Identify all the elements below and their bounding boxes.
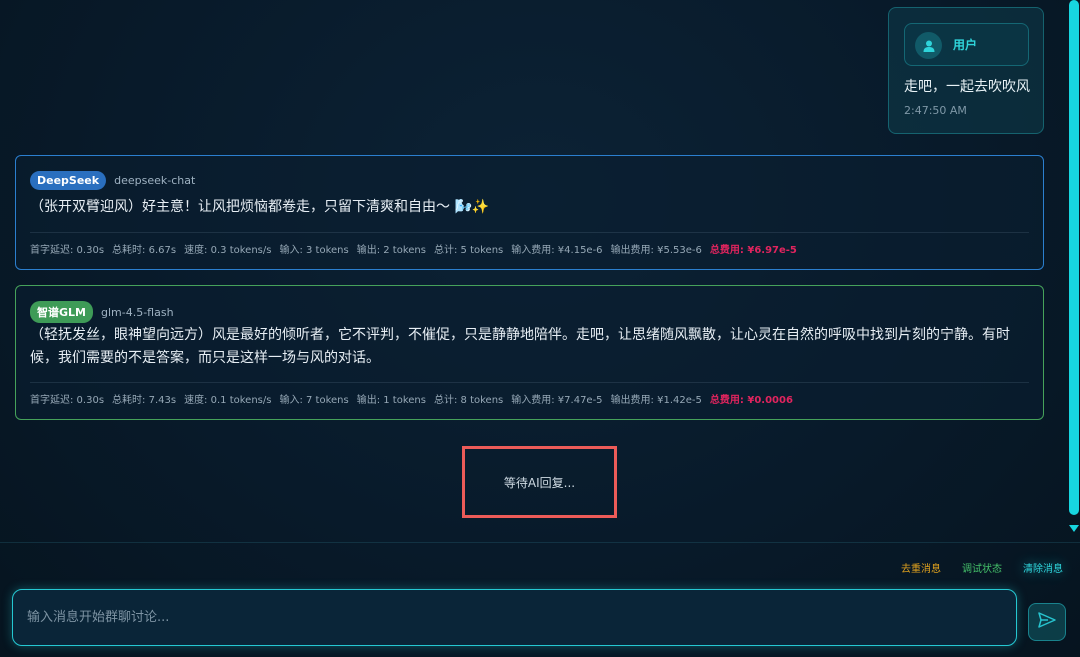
stat-total-time: 总耗时: 7.43s	[112, 395, 177, 406]
provider-badge: 智谱GLM	[30, 301, 93, 323]
stat-input: 输入: 3 tokens	[279, 245, 349, 256]
stat-output-cost: 输出费用: ¥5.53e-6	[610, 245, 702, 256]
scroll-down-icon[interactable]	[1069, 525, 1079, 532]
model-name: deepseek-chat	[114, 174, 196, 187]
ai-message-header: 智谱GLM glm-4.5-flash	[30, 301, 174, 323]
stat-ttft: 首字延迟: 0.30s	[30, 245, 105, 256]
stat-speed: 速度: 0.3 tokens/s	[184, 245, 272, 256]
stat-ttft: 首字延迟: 0.30s	[30, 395, 105, 406]
stat-output: 输出: 2 tokens	[356, 245, 426, 256]
divider	[30, 232, 1029, 233]
user-name: 用户	[953, 38, 978, 52]
scrollbar-thumb[interactable]	[1069, 0, 1079, 515]
divider	[30, 382, 1029, 383]
ai-message-deepseek: DeepSeek deepseek-chat （张开双臂迎风）好主意！让风把烦恼…	[15, 155, 1044, 270]
stat-total-cost: 总费用: ¥6.97e-5	[709, 245, 797, 256]
waiting-indicator: 等待AI回复...	[462, 446, 617, 518]
stats-row: 首字延迟: 0.30s 总耗时: 6.67s 速度: 0.3 tokens/s …	[30, 241, 797, 256]
clear-messages-button[interactable]: 清除消息	[1023, 560, 1063, 575]
user-message-time: 2:47:50 AM	[904, 104, 967, 117]
user-icon	[915, 32, 942, 59]
action-bar: 去重消息 调试状态 清除消息	[901, 560, 1063, 575]
send-icon	[1038, 612, 1056, 632]
dedupe-button[interactable]: 去重消息	[901, 560, 941, 575]
user-message: 用户 走吧，一起去吹吹风 2:47:50 AM	[888, 7, 1044, 134]
scrollbar[interactable]	[1067, 0, 1080, 542]
stat-speed: 速度: 0.1 tokens/s	[184, 395, 272, 406]
stat-total-cost: 总费用: ¥0.0006	[709, 395, 793, 406]
divider	[0, 542, 1080, 543]
chat-area[interactable]: 用户 走吧，一起去吹吹风 2:47:50 AM DeepSeek deepsee…	[0, 0, 1064, 542]
message-input[interactable]	[27, 590, 997, 645]
message-input-box[interactable]	[12, 589, 1017, 646]
ai-message-text: （张开双臂迎风）好主意！让风把烦恼都卷走，只留下清爽和自由～ 🌬️✨	[30, 199, 490, 215]
stat-total-tokens: 总计: 8 tokens	[433, 395, 504, 406]
waiting-text: 等待AI回复...	[503, 475, 576, 490]
ai-message-header: DeepSeek deepseek-chat	[30, 171, 195, 190]
ai-message-glm: 智谱GLM glm-4.5-flash （轻抚发丝，眼神望向远方）风是最好的倾听…	[15, 285, 1044, 420]
model-name: glm-4.5-flash	[100, 305, 174, 319]
stat-output: 输出: 1 tokens	[356, 395, 426, 406]
stat-output-cost: 输出费用: ¥1.42e-5	[610, 395, 702, 406]
stat-input-cost: 输入费用: ¥7.47e-5	[511, 395, 603, 406]
send-button[interactable]	[1028, 603, 1066, 641]
stat-total-tokens: 总计: 5 tokens	[433, 245, 504, 256]
stat-total-time: 总耗时: 6.67s	[112, 245, 177, 256]
provider-badge: DeepSeek	[30, 171, 107, 190]
stats-row: 首字延迟: 0.30s 总耗时: 7.43s 速度: 0.1 tokens/s …	[30, 391, 793, 406]
ai-message-text: （轻抚发丝，眼神望向远方）风是最好的倾听者，它不评判，不催促，只是静静地陪伴。走…	[30, 327, 1010, 366]
stat-input-cost: 输入费用: ¥4.15e-6	[511, 245, 603, 256]
debug-status-button[interactable]: 调试状态	[962, 560, 1002, 575]
user-message-text: 走吧，一起去吹吹风	[904, 79, 1030, 95]
stat-input: 输入: 7 tokens	[279, 395, 349, 406]
user-header: 用户	[904, 23, 1029, 66]
